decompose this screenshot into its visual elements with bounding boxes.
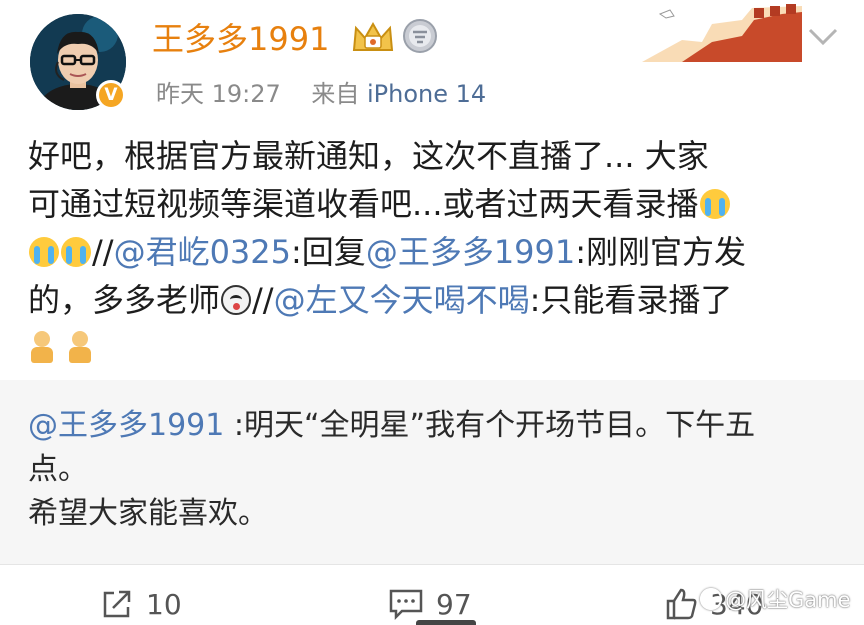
share-icon [103, 590, 131, 618]
watermark-logo-icon [700, 588, 722, 610]
post-line: //@君屹0325:回复@王多多1991:刚刚官方发 [28, 228, 848, 276]
mention-link[interactable]: @君屹0325 [114, 233, 291, 271]
shocked-face-emoji-icon [221, 285, 252, 315]
repost-line: @王多多1991 :明天“全明星”我有个开场节目。下午五 [28, 404, 838, 448]
reply-label: :回复 [291, 233, 366, 271]
mention-link[interactable]: @左又今天喝不喝 [274, 281, 530, 319]
post-body: 好吧，根据官方最新通知，这次不直播了... 大家 可通过短视频等渠道收看吧...… [28, 132, 848, 372]
post-line: 好吧，根据官方最新通知，这次不直播了... 大家 [28, 132, 848, 180]
divider [0, 564, 864, 565]
repost-content: :明天“全明星”我有个开场节目。下午五 [224, 408, 756, 443]
thumbs-up-icon [666, 588, 697, 620]
comment-icon [389, 589, 423, 621]
crying-emoji-icon [699, 189, 730, 219]
crying-emoji-icon [61, 237, 91, 267]
watermark-text: @风尘Game [725, 588, 851, 612]
repost-line: 点。 [28, 452, 88, 487]
repost-line: 希望大家能喜欢。 [28, 496, 268, 531]
comment-button[interactable]: 97 [388, 586, 472, 622]
sad-person-emoji-icon [67, 331, 93, 365]
post-text: :刚刚官方发 [575, 233, 747, 271]
post-text: 可通过短视频等渠道收看吧...或者过两天看录播 [28, 185, 699, 223]
device-name[interactable]: iPhone 14 [367, 80, 486, 108]
verified-badge: V [96, 80, 126, 110]
reposted-card[interactable]: @王多多1991 :明天“全明星”我有个开场节目。下午五 点。 希望大家能喜欢。 [0, 380, 864, 564]
comment-count: 97 [436, 587, 472, 621]
post-text: 好吧，根据官方最新通知，这次不直播了... 大家 [28, 137, 709, 175]
share-count: 10 [146, 587, 182, 621]
timestamp: 昨天 19:27 [156, 80, 281, 108]
post-text: :只能看录播了 [529, 281, 733, 319]
post-meta: 昨天 19:27 来自 iPhone 14 [156, 74, 486, 109]
home-indicator [416, 620, 476, 625]
crying-emoji-icon [29, 237, 59, 267]
share-button[interactable]: 10 [100, 586, 182, 622]
sad-person-emoji-icon [29, 331, 55, 365]
great-wall-decoration-icon [642, 4, 802, 62]
source-prefix: 来自 [311, 80, 360, 108]
repost-separator: // [252, 281, 274, 319]
mention-link[interactable]: @王多多1991 [366, 233, 575, 271]
medal-badge-icon[interactable] [402, 18, 438, 54]
post-text: 的，多多老师 [28, 281, 221, 319]
crown-badge-icon[interactable] [350, 20, 396, 54]
post-line: 可通过短视频等渠道收看吧...或者过两天看录播 [28, 180, 848, 228]
reposted-text: @王多多1991 :明天“全明星”我有个开场节目。下午五 点。 希望大家能喜欢。 [28, 404, 838, 536]
username[interactable]: 王多多1991 [152, 14, 329, 60]
repost-separator: // [92, 233, 114, 271]
post-line: 的，多多老师 //@左又今天喝不喝:只能看录播了 [28, 276, 848, 324]
post-header: V 王多多1991 昨天 19:27 来自 iPhone 14 [0, 0, 864, 130]
watermark: @风尘Game [700, 584, 851, 614]
post-line [28, 324, 848, 372]
mention-link[interactable]: @王多多1991 [28, 408, 224, 443]
chevron-down-icon[interactable] [806, 24, 840, 50]
